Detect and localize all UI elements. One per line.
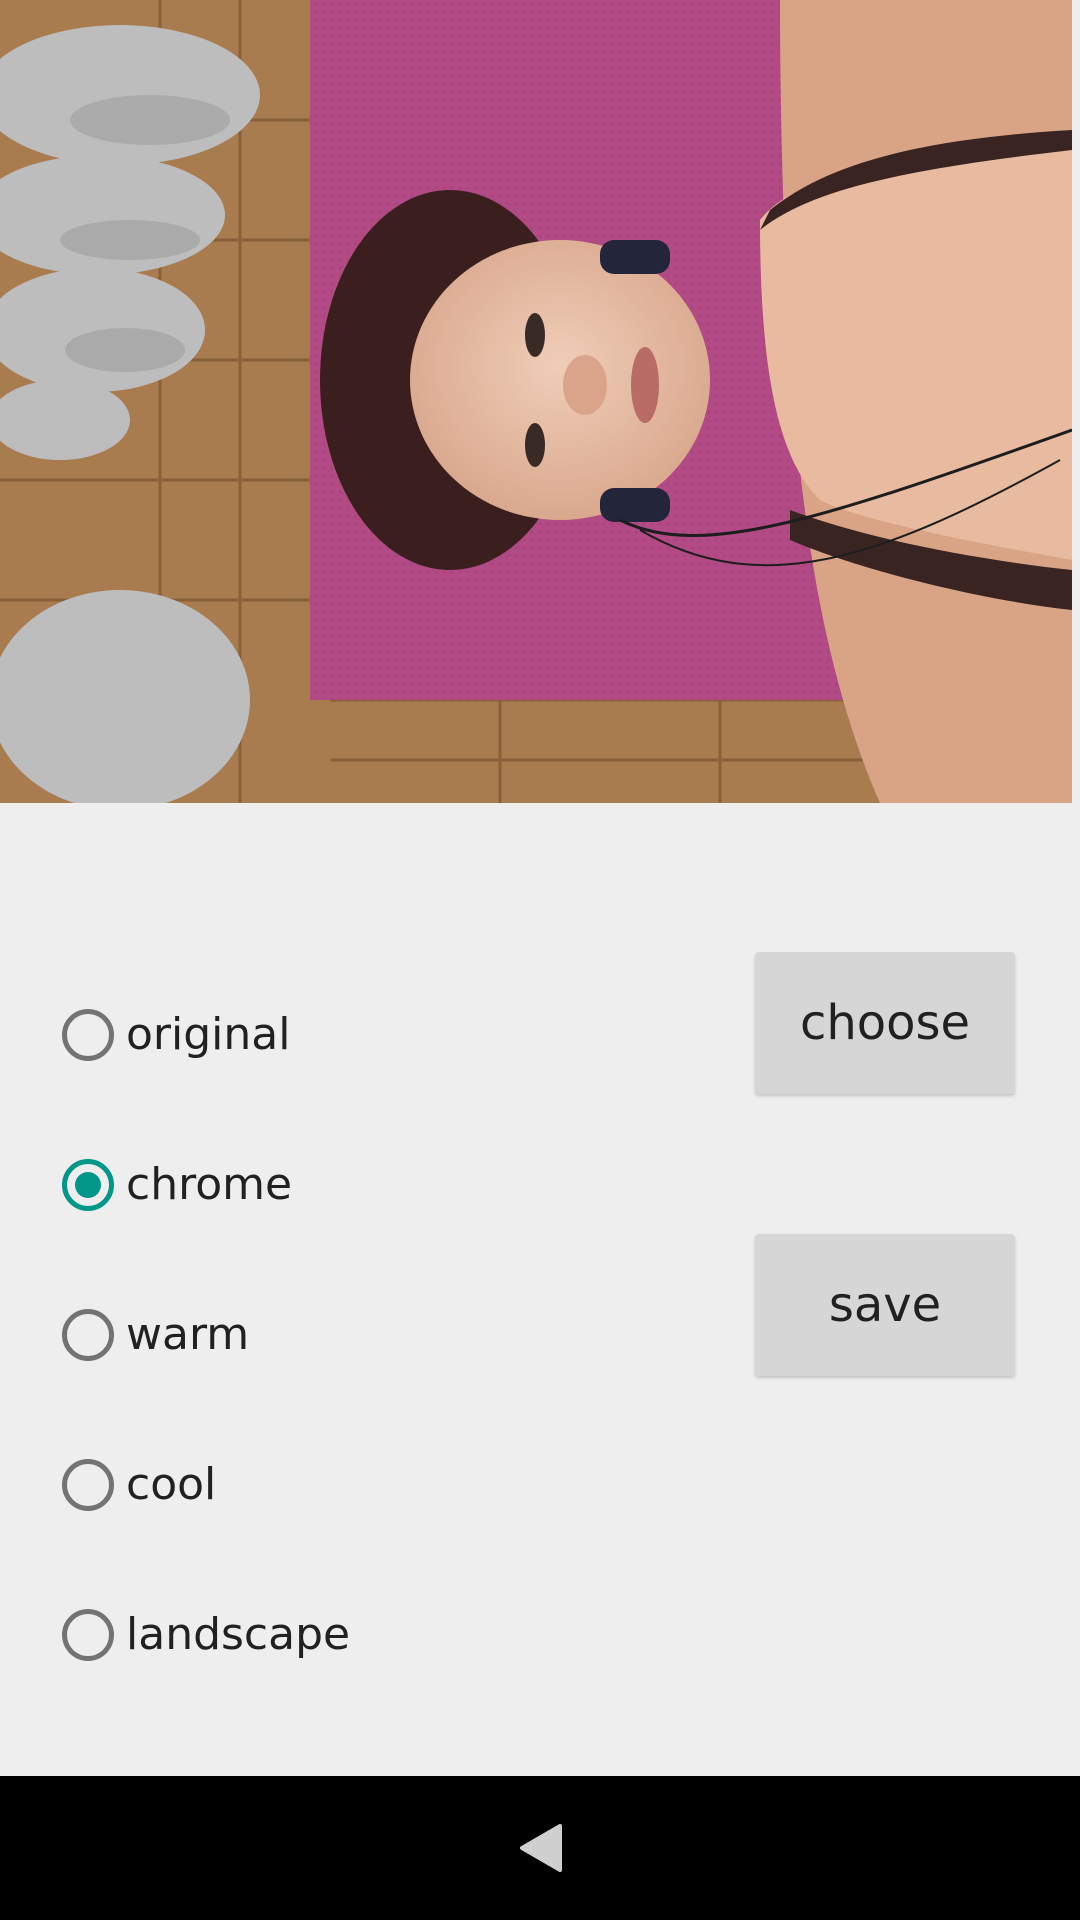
photo-image bbox=[0, 0, 1072, 803]
radio-circle-icon[interactable] bbox=[62, 1159, 114, 1211]
radio-circle-icon[interactable] bbox=[62, 1459, 114, 1511]
radio-label[interactable]: warm bbox=[126, 1313, 249, 1357]
radio-label[interactable]: landscape bbox=[126, 1613, 350, 1657]
radio-landscape[interactable]: landscape bbox=[62, 1560, 622, 1710]
navigation-bar bbox=[0, 1776, 1080, 1920]
radio-circle-icon[interactable] bbox=[62, 1009, 114, 1061]
radio-dot-icon bbox=[75, 1172, 101, 1198]
back-button[interactable] bbox=[500, 1798, 580, 1898]
radio-warm[interactable]: warm bbox=[62, 1260, 622, 1410]
radio-original[interactable]: original bbox=[62, 960, 622, 1110]
radio-circle-icon[interactable] bbox=[62, 1609, 114, 1661]
save-button[interactable]: save bbox=[755, 1234, 1015, 1376]
app-screen: original chrome warm cool landscape choo… bbox=[0, 0, 1080, 1920]
photo-preview bbox=[0, 0, 1072, 803]
radio-label[interactable]: chrome bbox=[126, 1163, 292, 1207]
filter-radio-group: original chrome warm cool landscape bbox=[62, 960, 622, 1710]
radio-label[interactable]: original bbox=[126, 1013, 290, 1057]
choose-button[interactable]: choose bbox=[755, 952, 1015, 1094]
back-triangle-icon bbox=[520, 1824, 562, 1872]
radio-cool[interactable]: cool bbox=[62, 1410, 622, 1560]
radio-label[interactable]: cool bbox=[126, 1463, 216, 1507]
radio-circle-icon[interactable] bbox=[62, 1309, 114, 1361]
radio-chrome[interactable]: chrome bbox=[62, 1110, 622, 1260]
